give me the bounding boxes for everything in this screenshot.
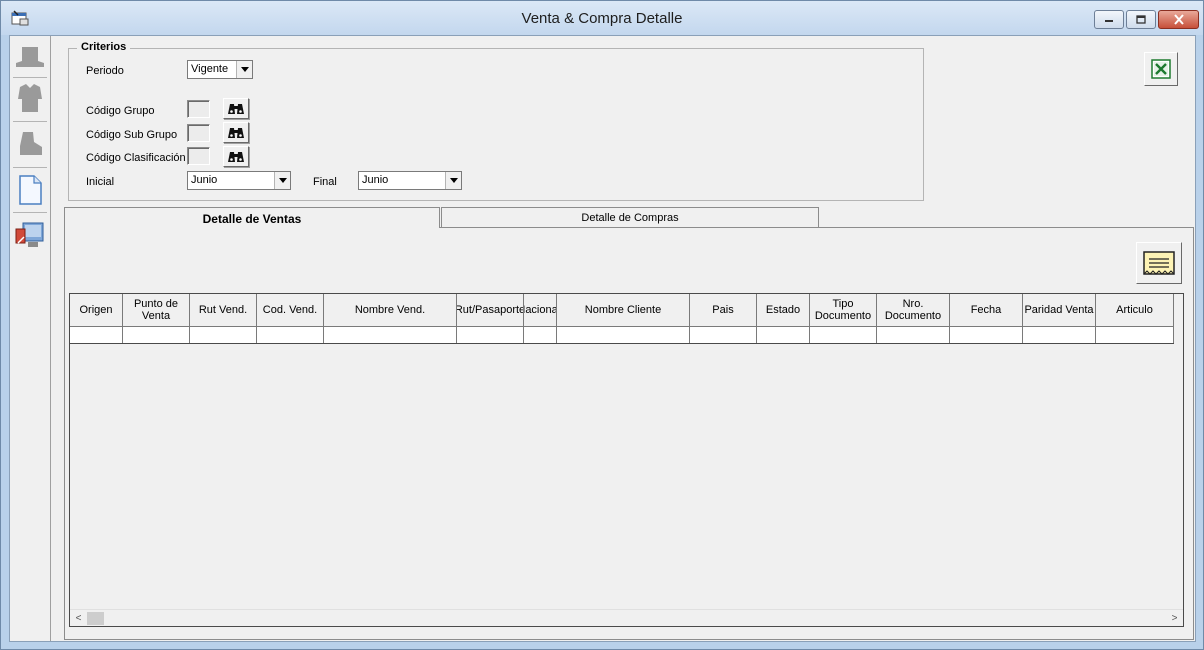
inicial-select[interactable]: Junio [187,171,291,190]
final-select[interactable]: Junio [358,171,462,190]
codigo-grupo-label: Código Grupo [86,105,155,117]
codigo-clasificacion-label: Código Clasificación [86,152,186,164]
scroll-thumb[interactable] [87,612,104,625]
codigo-subgrupo-input[interactable] [187,124,210,142]
chevron-down-icon[interactable] [236,61,252,78]
column-header[interactable]: Tipo Documento [810,294,877,327]
maximize-button[interactable] [1126,10,1156,29]
horizontal-scrollbar[interactable]: < > [70,609,1183,626]
binoculars-icon [228,151,244,162]
print-report-button[interactable] [1136,242,1182,284]
column-header[interactable]: Nacionali [524,294,557,327]
periodo-label: Periodo [86,65,124,77]
table-cell[interactable] [1023,327,1096,343]
restore-icon [1136,14,1146,24]
codigo-grupo-input[interactable] [187,100,210,118]
criteria-legend: Criterios [77,41,131,53]
toolbar-button-2[interactable] [13,79,47,117]
table-cell[interactable] [257,327,324,343]
table-cell[interactable] [810,327,877,343]
column-header[interactable]: Pais [690,294,757,327]
column-header[interactable]: Origen [70,294,123,327]
shirt-icon [18,84,42,112]
column-header[interactable]: Nombre Vend. [324,294,457,327]
table-cell[interactable] [757,327,810,343]
codigo-clasificacion-input[interactable] [187,147,210,165]
app-window: Venta & Compra Detalle Criterios Periodo… [0,0,1204,650]
final-label: Final [313,176,337,188]
excel-icon [1151,59,1171,79]
table-cell[interactable] [190,327,257,343]
column-header[interactable]: Estado [757,294,810,327]
close-icon [1173,14,1184,25]
table-cell[interactable] [324,327,457,343]
table-cell[interactable] [950,327,1023,343]
table-cell[interactable] [457,327,524,343]
minimize-button[interactable] [1094,10,1124,29]
grid-header: Origen Punto de Venta Rut Vend. Cod. Vend. N… [70,294,1174,327]
column-header[interactable]: Cod. Vend. [257,294,324,327]
inicial-label: Inicial [86,176,115,188]
binoculars-icon [228,103,244,114]
close-button[interactable] [1158,10,1199,29]
scroll-right-arrow[interactable]: > [1166,611,1183,626]
periodo-select[interactable]: Vigente [187,60,253,79]
document-icon [19,175,42,205]
column-header[interactable]: Fecha [950,294,1023,327]
shoe-icon [20,132,42,155]
toolbar-button-exit[interactable] [13,216,47,254]
tab-panel-ventas: Origen Punto de Venta Rut Vend. Cod. Vend. N… [64,227,1194,640]
tab-detalle-compras[interactable]: Detalle de Compras [441,207,819,227]
column-header[interactable]: Nombre Cliente [557,294,690,327]
toolbar-button-1[interactable] [13,38,47,76]
table-cell[interactable] [877,327,950,343]
ventas-grid[interactable]: Origen Punto de Venta Rut Vend. Cod. Vend. N… [69,293,1184,627]
column-header[interactable]: Paridad Venta [1023,294,1096,327]
inicial-value: Junio [191,174,218,186]
toolbar-button-new[interactable] [13,171,47,209]
final-value: Junio [362,174,389,186]
tab-detalle-ventas[interactable]: Detalle de Ventas [64,207,440,228]
codigo-grupo-search-button[interactable] [223,98,249,119]
codigo-subgrupo-label: Código Sub Grupo [86,129,178,141]
table-row[interactable] [70,327,1174,344]
table-cell[interactable] [524,327,557,343]
minimize-icon [1105,19,1113,22]
column-header[interactable]: Punto de Venta [123,294,190,327]
table-cell[interactable] [123,327,190,343]
column-header[interactable]: Rut Vend. [190,294,257,327]
title-bar[interactable]: Venta & Compra Detalle [1,1,1203,35]
column-header[interactable]: Nro. Documento [877,294,950,327]
binoculars-icon [228,127,244,138]
print-report-icon [1143,251,1175,275]
codigo-subgrupo-search-button[interactable] [223,122,249,143]
column-header[interactable]: Rut/Pasaporte [457,294,524,327]
hat-icon [16,47,44,67]
table-cell[interactable] [690,327,757,343]
codigo-clasificacion-search-button[interactable] [223,146,249,167]
window-title: Venta & Compra Detalle [521,10,683,27]
side-toolbar [10,36,51,641]
client-area: Criterios Periodo Vigente Código Grupo C… [9,35,1196,642]
periodo-value: Vigente [191,63,229,75]
toolbar-button-3[interactable] [13,125,47,163]
scroll-left-arrow[interactable]: < [70,611,87,626]
table-cell[interactable] [70,327,123,343]
column-header[interactable]: Articulo [1096,294,1174,327]
chevron-down-icon[interactable] [274,172,290,189]
table-cell[interactable] [557,327,690,343]
chevron-down-icon[interactable] [445,172,461,189]
exit-computer-icon [15,222,44,247]
excel-export-button[interactable] [1144,52,1178,86]
table-cell[interactable] [1096,327,1174,343]
